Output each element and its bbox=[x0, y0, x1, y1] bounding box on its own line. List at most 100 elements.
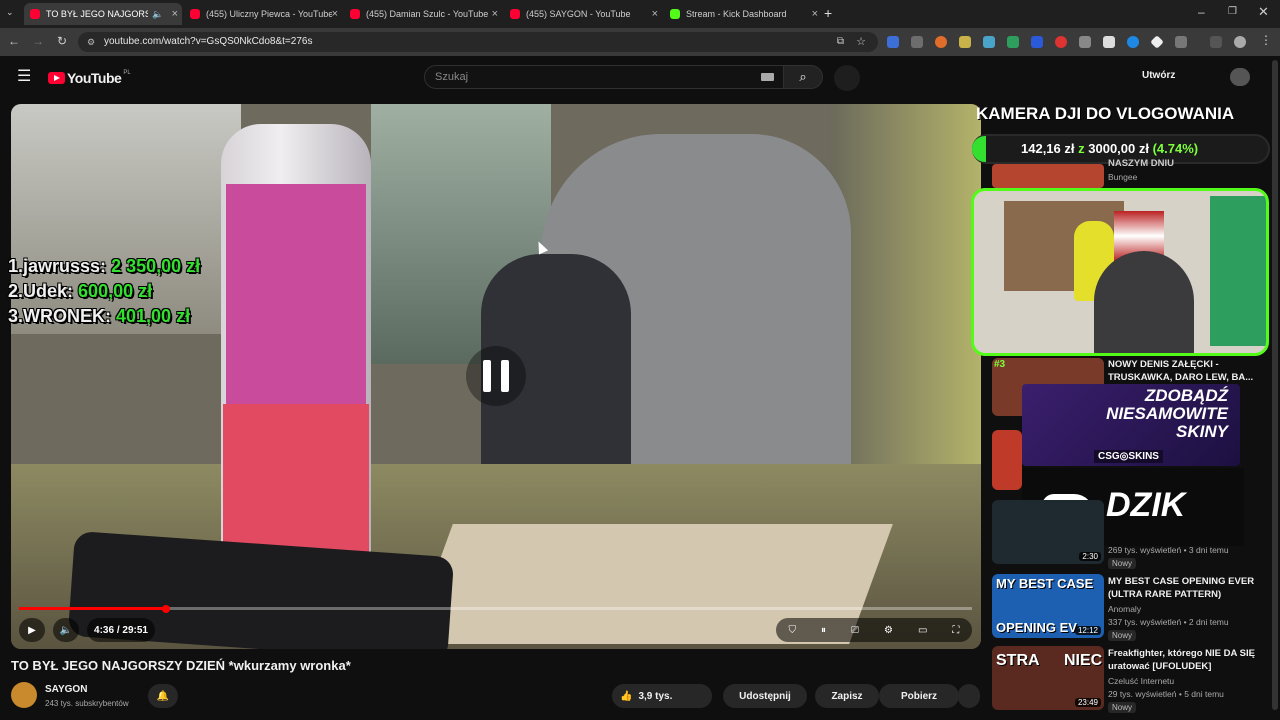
like-button[interactable]: 👍 3,9 tys. bbox=[612, 684, 712, 708]
extension-icon[interactable] bbox=[911, 36, 923, 48]
close-tab-icon[interactable]: × bbox=[172, 8, 178, 20]
new-badge: Nowy bbox=[1108, 558, 1137, 569]
close-tab-icon[interactable]: × bbox=[332, 8, 338, 20]
subtitles-icon[interactable]: ⎚ bbox=[851, 625, 859, 636]
close-tab-icon[interactable]: × bbox=[812, 8, 818, 20]
goal-title: KAMERA DJI DO VLOGOWANIA bbox=[976, 104, 1235, 123]
notification-bell-button[interactable]: 🔔 bbox=[148, 684, 178, 708]
pause-overlay-icon[interactable] bbox=[466, 346, 526, 406]
video-duration: 23:49 bbox=[1074, 698, 1101, 707]
restore-window-icon[interactable]: ❐ bbox=[1228, 6, 1237, 17]
guide-menu-icon[interactable]: ☰ bbox=[17, 66, 31, 86]
tab-active[interactable]: TO BYŁ JEGO NAJGORSZY D 🔈 × bbox=[24, 3, 182, 25]
video-thumbnail[interactable] bbox=[992, 430, 1022, 490]
video-meta: 337 tys. wyświetleń • 2 dni temu bbox=[1108, 617, 1229, 627]
video-channel[interactable]: Czeluść Internetu bbox=[1108, 676, 1174, 686]
youtube-logo[interactable]: YouTube PL bbox=[48, 70, 131, 86]
kick-favicon-icon bbox=[670, 9, 680, 19]
extension-icon[interactable] bbox=[959, 36, 971, 48]
extension-icon[interactable] bbox=[1150, 35, 1164, 49]
minimize-window-icon[interactable]: – bbox=[1198, 5, 1205, 19]
bookmark-star-icon[interactable]: ☆ bbox=[856, 32, 866, 52]
extension-icon[interactable] bbox=[1103, 36, 1115, 48]
logo-text: YouTube bbox=[67, 70, 122, 86]
youtube-favicon-icon bbox=[190, 9, 200, 19]
youtube-favicon-icon bbox=[350, 9, 360, 19]
reload-icon[interactable]: ↻ bbox=[57, 34, 67, 48]
extension-icon[interactable] bbox=[1079, 36, 1091, 48]
scene-bottle-label bbox=[226, 184, 366, 404]
search-input[interactable]: Szukaj bbox=[424, 65, 784, 89]
extension-icon[interactable] bbox=[1055, 36, 1067, 48]
donation-leaderboard: 1.jawrusss: 2 350,00 zł 2.Udek: 600,00 z… bbox=[8, 254, 200, 329]
browser-menu-icon[interactable]: ⋮ bbox=[1260, 33, 1272, 47]
page-scrollbar[interactable] bbox=[1272, 60, 1278, 710]
extensions-puzzle-icon[interactable] bbox=[1175, 36, 1187, 48]
extension-icon[interactable] bbox=[935, 36, 947, 48]
tab-title: TO BYŁ JEGO NAJGORSZY D bbox=[46, 9, 149, 19]
close-tab-icon[interactable]: × bbox=[492, 8, 498, 20]
save-button[interactable]: Zapisz bbox=[815, 684, 879, 708]
video-thumbnail[interactable]: STRA NIEC 23:49 bbox=[992, 646, 1104, 710]
voice-search-button[interactable] bbox=[834, 65, 860, 91]
tab-damian-szulc[interactable]: (455) Damian Szulc - YouTube × bbox=[344, 3, 502, 25]
extension-icon[interactable] bbox=[1031, 36, 1043, 48]
reading-list-icon[interactable] bbox=[1210, 36, 1222, 48]
channel-avatar[interactable] bbox=[11, 682, 37, 708]
close-tab-icon[interactable]: × bbox=[652, 8, 658, 20]
extension-icon[interactable] bbox=[1007, 36, 1019, 48]
play-button[interactable]: ▶ bbox=[19, 618, 45, 642]
extension-icon[interactable] bbox=[983, 36, 995, 48]
tab-title: (455) Uliczny Piewca - YouTube bbox=[206, 9, 332, 19]
rank-video-title[interactable]: NOWY DENIS ZAŁĘCKI - TRUSKAWKA, DARO LEW… bbox=[1108, 358, 1258, 384]
scrubber-handle[interactable] bbox=[162, 605, 170, 613]
extension-icon[interactable] bbox=[1127, 36, 1139, 48]
autoplay-toggle[interactable]: ⏸ bbox=[821, 625, 826, 636]
thumb-text: MY BEST CASE bbox=[996, 576, 1094, 591]
video-thumbnail[interactable]: MY BEST CASE OPENING EV 12:12 bbox=[992, 574, 1104, 638]
goal-current: 142,16 zł bbox=[1021, 141, 1075, 156]
settings-gear-icon[interactable]: ⚙ bbox=[884, 625, 893, 636]
close-window-icon[interactable]: ✕ bbox=[1258, 4, 1269, 20]
channel-name[interactable]: SAYGON bbox=[45, 684, 87, 695]
new-tab-button[interactable]: + bbox=[824, 5, 832, 21]
address-bar[interactable]: ⚙ youtube.com/watch?v=GsQS0NkCdo8&t=276s… bbox=[78, 32, 878, 52]
streamer-webcam bbox=[971, 188, 1269, 356]
fullscreen-icon[interactable]: ⛶ bbox=[952, 625, 959, 636]
url-text: youtube.com/watch?v=GsQS0NkCdo8&t=276s bbox=[104, 36, 313, 47]
account-avatar[interactable] bbox=[1230, 68, 1250, 86]
tab-title: (455) SAYGON - YouTube bbox=[526, 9, 631, 19]
profile-avatar[interactable] bbox=[1234, 36, 1246, 48]
browser-toolbar: ← → ↻ ⚙ youtube.com/watch?v=GsQS0NkCdo8&… bbox=[0, 28, 1280, 56]
video-thumbnail[interactable]: 2:30 bbox=[992, 500, 1104, 564]
miniplayer-icon[interactable]: ▭ bbox=[918, 625, 927, 636]
partial-video-title[interactable]: NASZYM DNIU bbox=[1108, 157, 1258, 170]
install-app-icon[interactable]: ⧉ bbox=[837, 32, 844, 52]
tab-search-icon[interactable]: ⌄ bbox=[6, 7, 14, 18]
create-label[interactable]: Utwórz bbox=[1142, 70, 1175, 81]
download-button[interactable]: Pobierz bbox=[879, 684, 959, 708]
tab-uliczny-piewca[interactable]: (455) Uliczny Piewca - YouTube × bbox=[184, 3, 342, 25]
subscriber-count: 243 tys. subskrybentów bbox=[45, 699, 129, 708]
tab-saygon[interactable]: (455) SAYGON - YouTube × bbox=[504, 3, 662, 25]
search-placeholder: Szukaj bbox=[435, 71, 469, 83]
video-title[interactable]: Freakfighter, którego NIE DA SIĘ uratowa… bbox=[1108, 647, 1258, 673]
sponsorblock-shield-icon[interactable]: ⛉ bbox=[789, 625, 797, 636]
share-button[interactable]: Udostępnij bbox=[723, 684, 807, 708]
volume-button[interactable]: 🔈 bbox=[53, 618, 79, 642]
search-button[interactable]: ⌕ bbox=[783, 65, 823, 89]
site-info-icon[interactable]: ⚙ bbox=[87, 32, 95, 52]
partial-thumbnail[interactable] bbox=[992, 164, 1104, 188]
extension-icon[interactable] bbox=[887, 36, 899, 48]
tab-title: (455) Damian Szulc - YouTube bbox=[366, 9, 489, 19]
leaderboard-row: 2.Udek: 600,00 zł bbox=[8, 281, 153, 301]
tab-kick-dashboard[interactable]: Stream - Kick Dashboard × bbox=[664, 3, 822, 25]
more-actions-button[interactable] bbox=[958, 684, 980, 708]
back-icon[interactable]: ← bbox=[8, 34, 20, 48]
video-channel[interactable]: Anomaly bbox=[1108, 604, 1141, 614]
video-title[interactable]: MY BEST CASE OPENING EVER (ULTRA RARE PA… bbox=[1108, 575, 1258, 601]
audio-playing-icon[interactable]: 🔈 bbox=[152, 9, 163, 20]
forward-icon[interactable]: → bbox=[32, 34, 44, 48]
keyboard-icon[interactable] bbox=[761, 73, 774, 81]
time-display: 4:36 / 29:51 bbox=[87, 618, 155, 642]
